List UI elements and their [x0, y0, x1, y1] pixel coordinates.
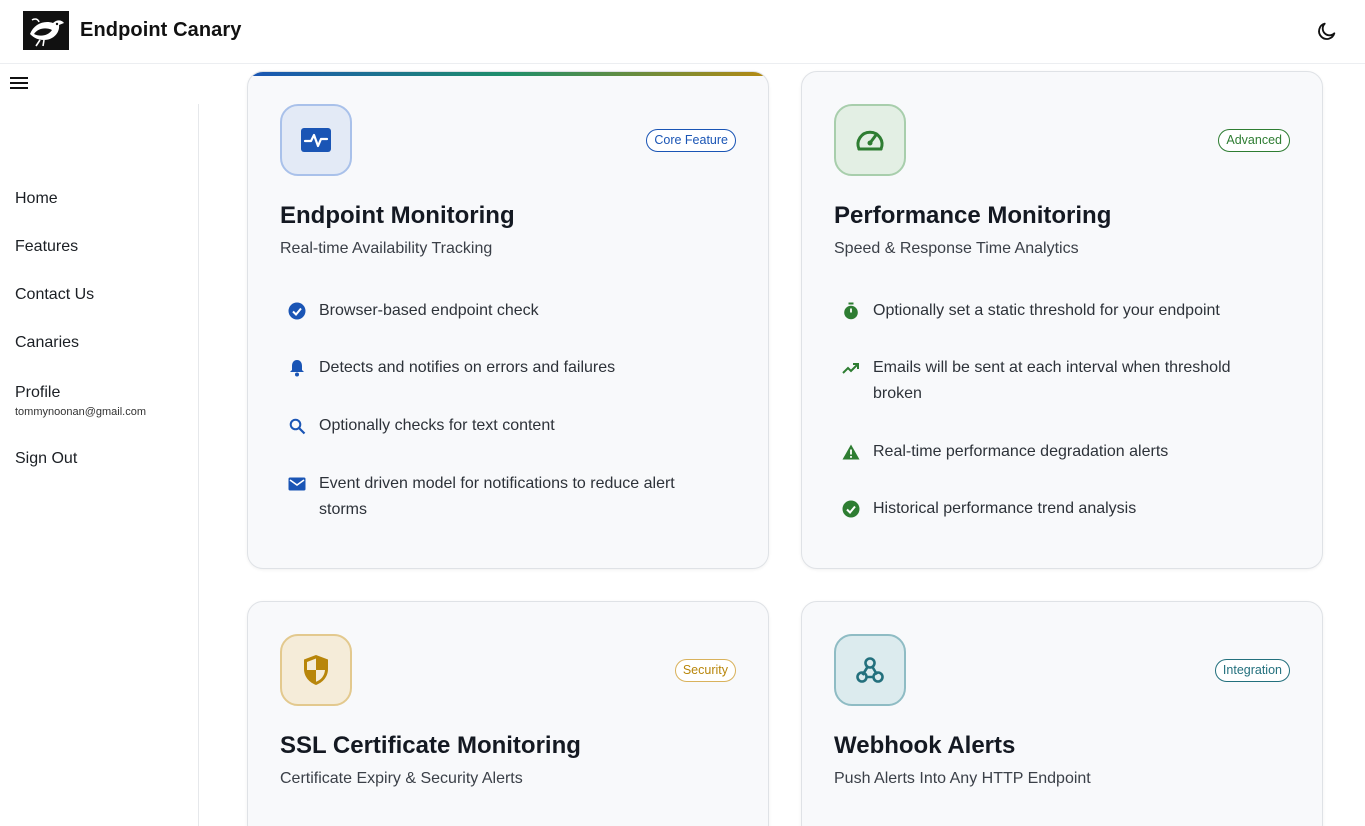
heartbeat-monitor-icon: [280, 104, 352, 176]
feature-text: Browser-based endpoint check: [319, 302, 539, 319]
app-bar: Endpoint Canary: [0, 0, 1365, 64]
feature-card-endpoint-monitoring: Core Feature Endpoint Monitoring Real-ti…: [247, 71, 769, 569]
status-badge: Core Feature: [646, 129, 736, 152]
feature-text: Real-time performance degradation alerts: [873, 443, 1169, 460]
card-accent-bar: [248, 72, 768, 76]
feature-text: Optionally checks for text content: [319, 417, 555, 434]
card-title: Endpoint Monitoring: [280, 202, 515, 229]
sidebar-item-features[interactable]: Features: [15, 238, 78, 256]
bell-icon: [286, 357, 308, 379]
feature-text: Emails will be sent at each interval whe…: [873, 359, 1231, 402]
card-title: SSL Certificate Monitoring: [280, 732, 581, 759]
list-item: Browser-based endpoint check: [286, 298, 726, 324]
sidebar: Home Features Contact Us Canaries Profil…: [0, 104, 199, 826]
speedometer-icon: [834, 104, 906, 176]
mail-icon: [286, 473, 308, 495]
feature-card-performance-monitoring: Advanced Performance Monitoring Speed & …: [801, 71, 1323, 569]
sidebar-item-sign-out[interactable]: Sign Out: [15, 450, 77, 468]
status-badge: Integration: [1214, 659, 1290, 682]
moon-icon[interactable]: [1314, 18, 1340, 44]
warning-icon: [840, 441, 862, 463]
list-item: Historical performance trend analysis: [840, 496, 1280, 522]
list-item: Emails will be sent at each interval whe…: [840, 355, 1280, 407]
status-badge: Advanced: [1218, 129, 1290, 152]
card-subtitle: Speed & Response Time Analytics: [834, 240, 1079, 257]
profile-email: tommynoonan@gmail.com: [15, 406, 146, 418]
list-item: Optionally checks for text content: [286, 413, 726, 439]
sidebar-item-contact-us[interactable]: Contact Us: [15, 286, 94, 304]
feature-text: Historical performance trend analysis: [873, 500, 1137, 517]
webhook-icon: [834, 634, 906, 706]
sidebar-item-profile[interactable]: Profile: [15, 384, 60, 402]
list-item: Detects and notifies on errors and failu…: [286, 355, 726, 381]
list-item: Event driven model for notifications to …: [286, 471, 726, 523]
card-subtitle: Push Alerts Into Any HTTP Endpoint: [834, 770, 1091, 787]
feature-text: Event driven model for notifications to …: [319, 475, 675, 518]
card-subtitle: Real-time Availability Tracking: [280, 240, 493, 257]
stopwatch-icon: [840, 300, 862, 322]
check-circle-icon: [840, 498, 862, 520]
trending-up-icon: [840, 357, 862, 379]
feature-text: Optionally set a static threshold for yo…: [873, 302, 1220, 319]
check-circle-icon: [286, 300, 308, 322]
app-title: Endpoint Canary: [80, 19, 242, 41]
feature-text: Detects and notifies on errors and failu…: [319, 359, 616, 376]
hamburger-menu-icon[interactable]: [8, 72, 30, 94]
list-item: Optionally set a static threshold for yo…: [840, 298, 1280, 324]
feature-card-ssl-monitoring: Security SSL Certificate Monitoring Cert…: [247, 601, 769, 826]
card-title: Webhook Alerts: [834, 732, 1016, 759]
status-badge: Security: [674, 659, 736, 682]
feature-card-webhook-alerts: Integration Webhook Alerts Push Alerts I…: [801, 601, 1323, 826]
shield-icon: [280, 634, 352, 706]
card-title: Performance Monitoring: [834, 202, 1112, 229]
sidebar-item-canaries[interactable]: Canaries: [15, 334, 79, 352]
card-subtitle: Certificate Expiry & Security Alerts: [280, 770, 523, 787]
sidebar-item-home[interactable]: Home: [15, 190, 58, 208]
canary-bird-logo-icon[interactable]: [23, 11, 69, 50]
list-item: Real-time performance degradation alerts: [840, 439, 1280, 465]
search-icon: [286, 415, 308, 437]
